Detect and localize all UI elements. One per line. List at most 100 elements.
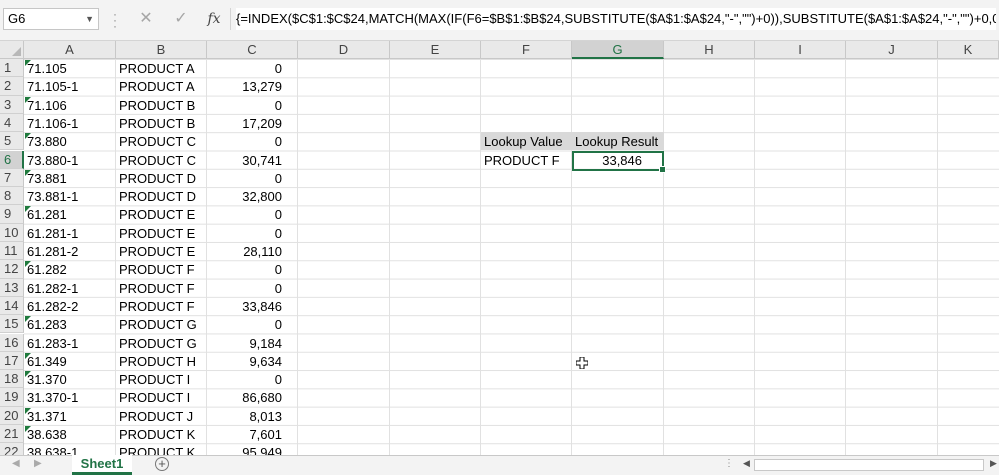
row-header-6[interactable]: 6 — [0, 150, 24, 169]
column-header-i[interactable]: I — [755, 41, 846, 59]
row-header-18[interactable]: 18 — [0, 370, 24, 389]
column-header-j[interactable]: J — [846, 41, 938, 59]
worksheet-grid[interactable]: Lookup Value Lookup Result PRODUCT F 33,… — [24, 59, 999, 455]
cell-c15[interactable]: 0 — [207, 315, 298, 333]
cell-a8[interactable]: 73.881-1 — [24, 187, 116, 205]
sheet-tab-sheet1[interactable]: Sheet1 — [72, 455, 132, 475]
error-indicator-icon[interactable] — [25, 206, 31, 213]
cell-c17[interactable]: 9,634 — [207, 352, 298, 370]
cell-c14[interactable]: 33,846 — [207, 297, 298, 315]
lookup-result-header[interactable]: Lookup Result — [572, 132, 664, 151]
cell-a18[interactable]: 31.370 — [24, 370, 116, 388]
row-header-19[interactable]: 19 — [0, 388, 24, 407]
error-indicator-icon[interactable] — [25, 96, 31, 103]
cell-a9[interactable]: 61.281 — [24, 205, 116, 223]
error-indicator-icon[interactable] — [25, 426, 31, 432]
cell-a1[interactable]: 71.105 — [24, 59, 116, 77]
cell-b5[interactable]: PRODUCT C — [116, 132, 207, 150]
cell-c2[interactable]: 13,279 — [207, 77, 298, 95]
cell-c21[interactable]: 7,601 — [207, 425, 298, 443]
cell-a21[interactable]: 38.638 — [24, 425, 116, 443]
cell-c12[interactable]: 0 — [207, 260, 298, 278]
cell-b10[interactable]: PRODUCT E — [116, 224, 207, 242]
cell-a15[interactable]: 61.283 — [24, 315, 116, 333]
cell-c7[interactable]: 0 — [207, 169, 298, 187]
lookup-value-cell[interactable]: PRODUCT F — [481, 151, 572, 169]
select-all-button[interactable] — [0, 41, 24, 59]
name-box[interactable]: G6 ▼ — [3, 8, 99, 30]
cell-b14[interactable]: PRODUCT F — [116, 297, 207, 315]
column-header-d[interactable]: D — [298, 41, 390, 59]
cell-b9[interactable]: PRODUCT E — [116, 205, 207, 223]
row-header-10[interactable]: 10 — [0, 223, 24, 242]
cell-b7[interactable]: PRODUCT D — [116, 169, 207, 187]
row-header-7[interactable]: 7 — [0, 168, 24, 188]
cell-c1[interactable]: 0 — [207, 59, 298, 77]
cell-a5[interactable]: 73.880 — [24, 132, 116, 150]
cell-b20[interactable]: PRODUCT J — [116, 407, 207, 425]
cell-c16[interactable]: 9,184 — [207, 334, 298, 352]
cell-a20[interactable]: 31.371 — [24, 407, 116, 425]
cell-b1[interactable]: PRODUCT A — [116, 59, 207, 77]
scroll-right-icon[interactable]: ▶ — [990, 458, 997, 469]
error-indicator-icon[interactable] — [25, 371, 31, 378]
cell-b19[interactable]: PRODUCT I — [116, 388, 207, 406]
cell-b2[interactable]: PRODUCT A — [116, 77, 207, 95]
column-header-h[interactable]: H — [664, 41, 755, 59]
chevron-down-icon[interactable]: ▼ — [85, 9, 94, 29]
cell-c8[interactable]: 32,800 — [207, 187, 298, 205]
cell-c20[interactable]: 8,013 — [207, 407, 298, 425]
cell-a19[interactable]: 31.370-1 — [24, 388, 116, 406]
cell-a2[interactable]: 71.105-1 — [24, 77, 116, 95]
error-indicator-icon[interactable] — [25, 60, 31, 66]
row-header-9[interactable]: 9 — [0, 205, 24, 224]
cell-c3[interactable]: 0 — [207, 96, 298, 114]
cell-c10[interactable]: 0 — [207, 224, 298, 242]
prev-sheet-icon[interactable]: ◀ — [12, 458, 20, 469]
row-header-2[interactable]: 2 — [0, 77, 24, 96]
cell-c5[interactable]: 0 — [207, 132, 298, 150]
row-header-8[interactable]: 8 — [0, 187, 24, 206]
cell-a12[interactable]: 61.282 — [24, 260, 116, 278]
next-sheet-icon[interactable]: ▶ — [34, 458, 42, 469]
cell-b21[interactable]: PRODUCT K — [116, 425, 207, 443]
column-header-a[interactable]: A — [24, 41, 116, 59]
cell-b12[interactable]: PRODUCT F — [116, 260, 207, 278]
cell-b15[interactable]: PRODUCT G — [116, 315, 207, 333]
cell-b18[interactable]: PRODUCT I — [116, 370, 207, 388]
cell-a17[interactable]: 61.349 — [24, 352, 116, 370]
lookup-result-cell[interactable]: 33,846 — [572, 151, 664, 169]
row-header-21[interactable]: 21 — [0, 425, 24, 444]
cell-c9[interactable]: 0 — [207, 205, 298, 223]
lookup-value-header[interactable]: Lookup Value — [481, 132, 572, 151]
cell-a4[interactable]: 71.106-1 — [24, 114, 116, 132]
cell-a22[interactable]: 38.638-1 — [24, 443, 116, 455]
error-indicator-icon[interactable] — [25, 352, 31, 359]
row-header-12[interactable]: 12 — [0, 260, 24, 279]
tab-split-handle-icon[interactable]: ⋮ — [724, 458, 734, 469]
formula-input[interactable]: {=INDEX($C$1:$C$24,MATCH(MAX(IF(F6=$B$1:… — [236, 8, 996, 30]
cell-b11[interactable]: PRODUCT E — [116, 242, 207, 260]
cell-a16[interactable]: 61.283-1 — [24, 334, 116, 352]
cell-b3[interactable]: PRODUCT B — [116, 96, 207, 114]
horizontal-scrollbar[interactable]: ◀ ▶ — [740, 458, 999, 472]
cell-a13[interactable]: 61.282-1 — [24, 279, 116, 297]
column-header-f[interactable]: F — [481, 41, 572, 59]
plus-circle-icon[interactable]: + — [155, 457, 169, 471]
insert-function-button[interactable]: fx — [201, 8, 227, 30]
cell-b13[interactable]: PRODUCT F — [116, 279, 207, 297]
cell-c22[interactable]: 95,949 — [207, 443, 298, 455]
row-header-16[interactable]: 16 — [0, 333, 24, 352]
error-indicator-icon[interactable] — [25, 407, 31, 414]
row-header-3[interactable]: 3 — [0, 95, 24, 114]
column-header-k[interactable]: K — [938, 41, 999, 59]
cell-a3[interactable]: 71.106 — [24, 96, 116, 114]
column-header-e[interactable]: E — [390, 41, 481, 59]
cell-b17[interactable]: PRODUCT H — [116, 352, 207, 370]
column-header-c[interactable]: C — [207, 41, 298, 59]
cell-b8[interactable]: PRODUCT D — [116, 187, 207, 205]
cell-c6[interactable]: 30,741 — [207, 151, 298, 169]
cell-c18[interactable]: 0 — [207, 370, 298, 388]
cell-c11[interactable]: 28,110 — [207, 242, 298, 260]
cell-b4[interactable]: PRODUCT B — [116, 114, 207, 132]
